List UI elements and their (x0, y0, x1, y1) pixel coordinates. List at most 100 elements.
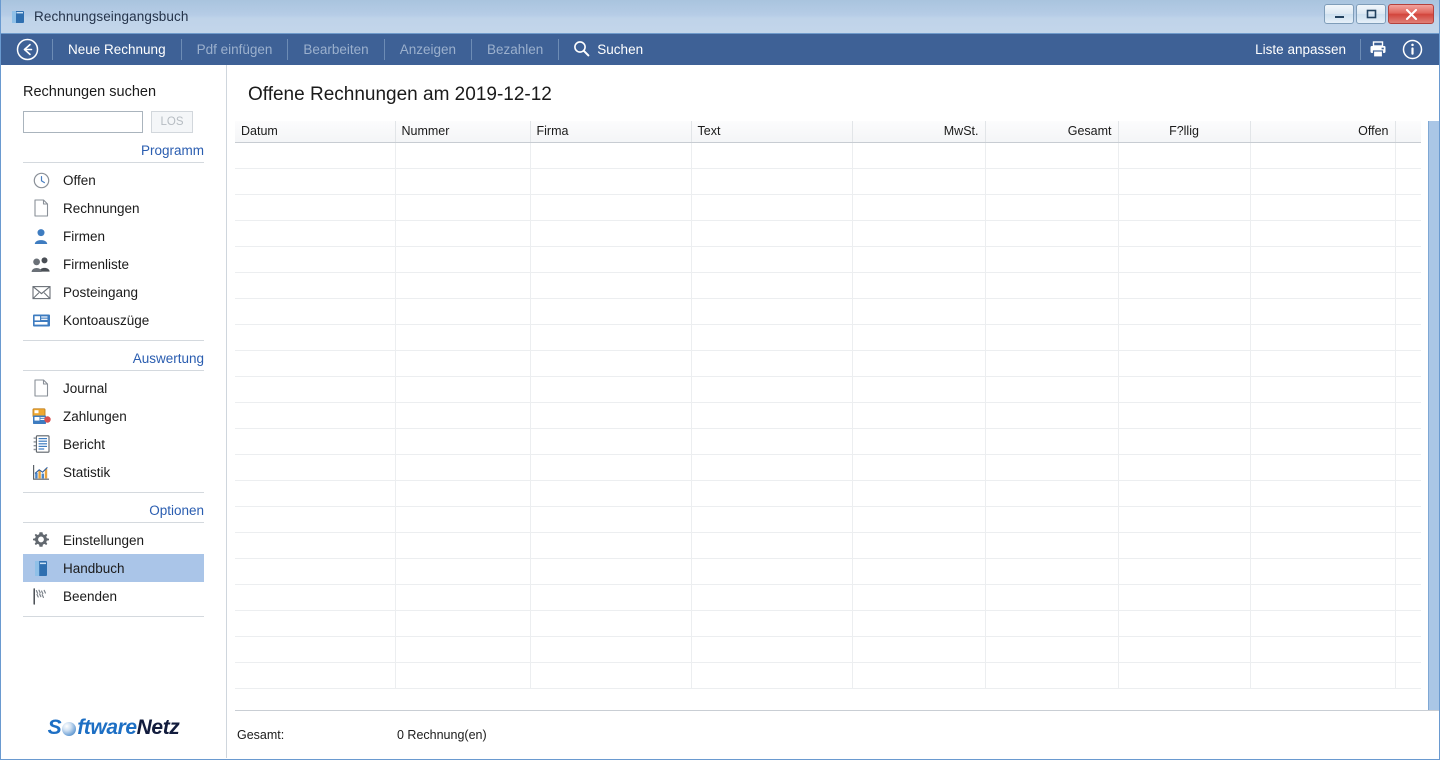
table-cell[interactable] (691, 662, 853, 689)
toolbar-view[interactable]: Anzeigen (385, 34, 471, 65)
sidebar-item-zahlungen[interactable]: Zahlungen (23, 402, 204, 430)
table-cell[interactable] (1395, 272, 1421, 299)
table-cell[interactable] (1250, 298, 1396, 325)
table-cell[interactable] (1250, 506, 1396, 533)
table-cell[interactable] (1118, 610, 1251, 637)
table-cell[interactable] (1250, 454, 1396, 481)
table-cell[interactable] (1250, 168, 1396, 195)
table-cell[interactable] (691, 272, 853, 299)
table-cell[interactable] (1395, 194, 1421, 221)
table-row[interactable] (235, 636, 1421, 663)
table-cell[interactable] (1250, 220, 1396, 247)
table-cell[interactable] (852, 376, 986, 403)
column-header-nummer[interactable]: Nummer (395, 121, 531, 143)
table-cell[interactable] (852, 610, 986, 637)
table-cell[interactable] (235, 298, 396, 325)
table-cell[interactable] (852, 428, 986, 455)
maximize-button[interactable] (1356, 4, 1386, 24)
table-cell[interactable] (235, 142, 396, 169)
table-cell[interactable] (1395, 350, 1421, 377)
table-cell[interactable] (1118, 454, 1251, 481)
table-cell[interactable] (985, 142, 1119, 169)
table-cell[interactable] (852, 324, 986, 351)
table-cell[interactable] (1118, 506, 1251, 533)
table-cell[interactable] (530, 662, 692, 689)
table-cell[interactable] (235, 376, 396, 403)
table-row[interactable] (235, 480, 1421, 507)
table-cell[interactable] (235, 584, 396, 611)
table-row[interactable] (235, 662, 1421, 689)
vertical-scrollbar[interactable] (1428, 121, 1439, 710)
table-cell[interactable] (852, 142, 986, 169)
table-cell[interactable] (395, 662, 531, 689)
table-cell[interactable] (530, 272, 692, 299)
table-cell[interactable] (395, 402, 531, 429)
table-cell[interactable] (691, 584, 853, 611)
table-cell[interactable] (1395, 584, 1421, 611)
table-row[interactable] (235, 246, 1421, 273)
table-row[interactable] (235, 402, 1421, 429)
sidebar-item-statistik[interactable]: Statistik (23, 458, 204, 486)
table-cell[interactable] (235, 506, 396, 533)
table-cell[interactable] (985, 480, 1119, 507)
table-cell[interactable] (530, 506, 692, 533)
table-cell[interactable] (985, 558, 1119, 585)
sidebar-item-offen[interactable]: Offen (23, 166, 204, 194)
table-cell[interactable] (530, 350, 692, 377)
table-cell[interactable] (1250, 246, 1396, 273)
printer-icon[interactable] (1361, 34, 1395, 65)
sidebar-item-handbuch[interactable]: Handbuch (23, 554, 204, 582)
table-cell[interactable] (530, 168, 692, 195)
table-cell[interactable] (691, 142, 853, 169)
table-row[interactable] (235, 584, 1421, 611)
table-row[interactable] (235, 142, 1421, 169)
table-cell[interactable] (1395, 246, 1421, 273)
table-cell[interactable] (691, 506, 853, 533)
table-cell[interactable] (852, 558, 986, 585)
table-row[interactable] (235, 298, 1421, 325)
table-cell[interactable] (530, 402, 692, 429)
table-cell[interactable] (852, 298, 986, 325)
table-cell[interactable] (1118, 662, 1251, 689)
table-cell[interactable] (1395, 324, 1421, 351)
toolbar-edit[interactable]: Bearbeiten (288, 34, 383, 65)
table-row[interactable] (235, 428, 1421, 455)
table-cell[interactable] (691, 220, 853, 247)
table-cell[interactable] (1395, 220, 1421, 247)
table-cell[interactable] (530, 220, 692, 247)
table-cell[interactable] (852, 454, 986, 481)
table-cell[interactable] (985, 662, 1119, 689)
table-cell[interactable] (1118, 376, 1251, 403)
table-cell[interactable] (530, 376, 692, 403)
table-cell[interactable] (1118, 194, 1251, 221)
table-cell[interactable] (530, 584, 692, 611)
table-cell[interactable] (395, 246, 531, 273)
table-cell[interactable] (530, 428, 692, 455)
table-cell[interactable] (1250, 532, 1396, 559)
sidebar-item-posteingang[interactable]: Posteingang (23, 278, 204, 306)
table-row[interactable] (235, 610, 1421, 637)
table-cell[interactable] (1250, 194, 1396, 221)
table-cell[interactable] (235, 636, 396, 663)
column-header-datum[interactable]: Datum (235, 121, 396, 143)
table-cell[interactable] (235, 220, 396, 247)
column-header-firma[interactable]: Firma (530, 121, 692, 143)
table-cell[interactable] (395, 324, 531, 351)
search-input[interactable] (23, 111, 143, 133)
table-cell[interactable] (985, 584, 1119, 611)
close-button[interactable] (1388, 4, 1434, 24)
table-cell[interactable] (691, 194, 853, 221)
table-cell[interactable] (691, 532, 853, 559)
column-header-mwst[interactable]: MwSt. (852, 121, 986, 143)
table-row[interactable] (235, 506, 1421, 533)
table-row[interactable] (235, 272, 1421, 299)
table-cell[interactable] (1118, 324, 1251, 351)
table-cell[interactable] (1250, 324, 1396, 351)
table-cell[interactable] (530, 532, 692, 559)
table-cell[interactable] (1118, 220, 1251, 247)
table-cell[interactable] (235, 246, 396, 273)
table-cell[interactable] (985, 402, 1119, 429)
table-cell[interactable] (395, 350, 531, 377)
table-cell[interactable] (1118, 246, 1251, 273)
table-cell[interactable] (852, 194, 986, 221)
